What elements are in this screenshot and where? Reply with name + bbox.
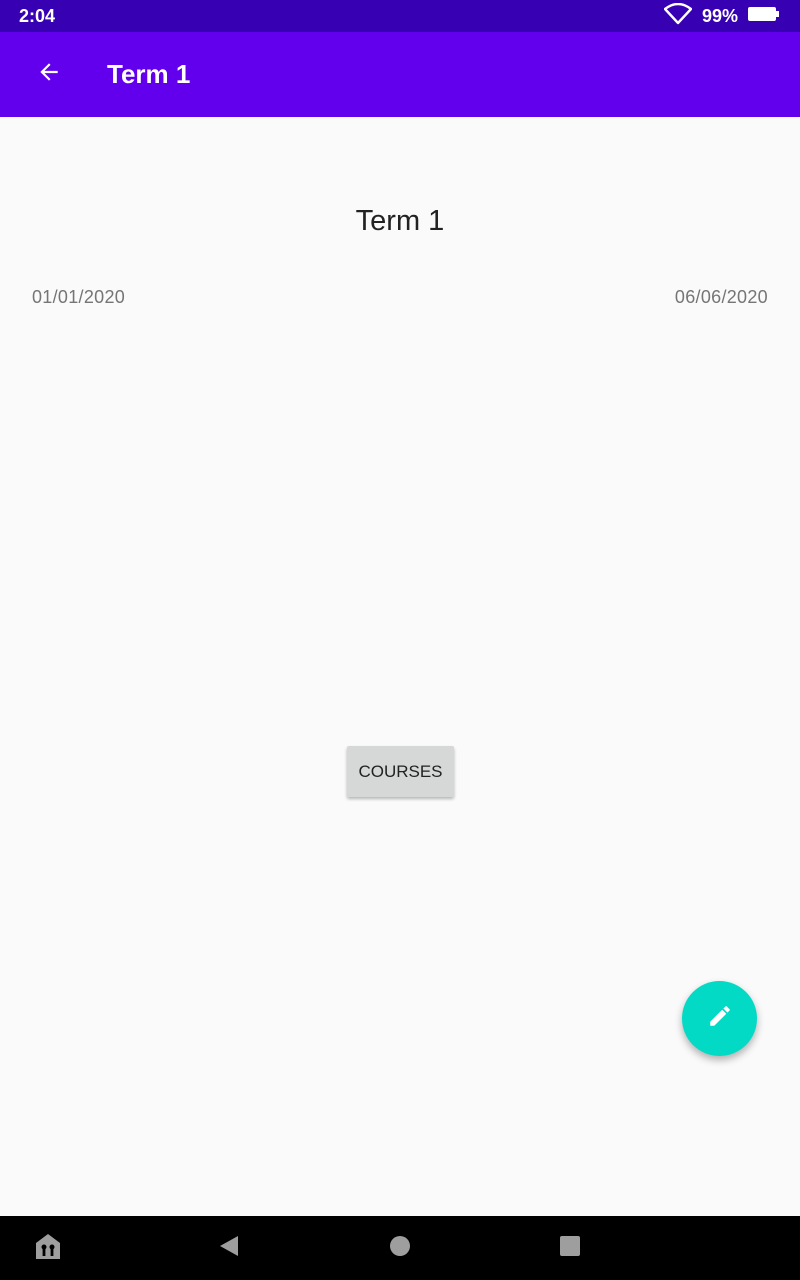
arrow-back-icon — [36, 59, 62, 90]
courses-button[interactable]: COURSES — [347, 746, 454, 797]
nav-back-button[interactable] — [209, 1216, 249, 1280]
edit-pencil-icon — [707, 1003, 733, 1034]
status-icons: 99% — [663, 2, 780, 30]
term-start-date: 01/01/2020 — [32, 287, 126, 307]
app-bar: Term 1 — [0, 32, 800, 117]
wifi-icon — [663, 2, 693, 30]
system-nav-bar — [0, 1216, 800, 1280]
term-end-date: 06/06/2020 — [674, 287, 768, 307]
back-button[interactable] — [19, 45, 79, 105]
app-bar-title: Term 1 — [107, 59, 191, 89]
status-bar: 2:04 99% — [0, 0, 800, 32]
term-detail-content: Term 1 01/01/2020 06/06/2020 COURSES — [0, 117, 800, 1216]
recents-square-icon — [559, 1235, 581, 1262]
battery-percentage: 99% — [701, 5, 738, 26]
home-circle-icon — [389, 1235, 411, 1262]
status-time: 2:04 — [19, 5, 56, 26]
term-title: Term 1 — [355, 205, 445, 237]
back-triangle-icon — [218, 1234, 240, 1263]
accessibility-icon — [33, 1232, 63, 1265]
accessibility-button[interactable] — [28, 1216, 68, 1280]
battery-icon — [748, 6, 780, 27]
nav-home-button[interactable] — [380, 1216, 420, 1280]
edit-fab-button[interactable] — [682, 981, 757, 1056]
nav-recents-button[interactable] — [550, 1216, 590, 1280]
